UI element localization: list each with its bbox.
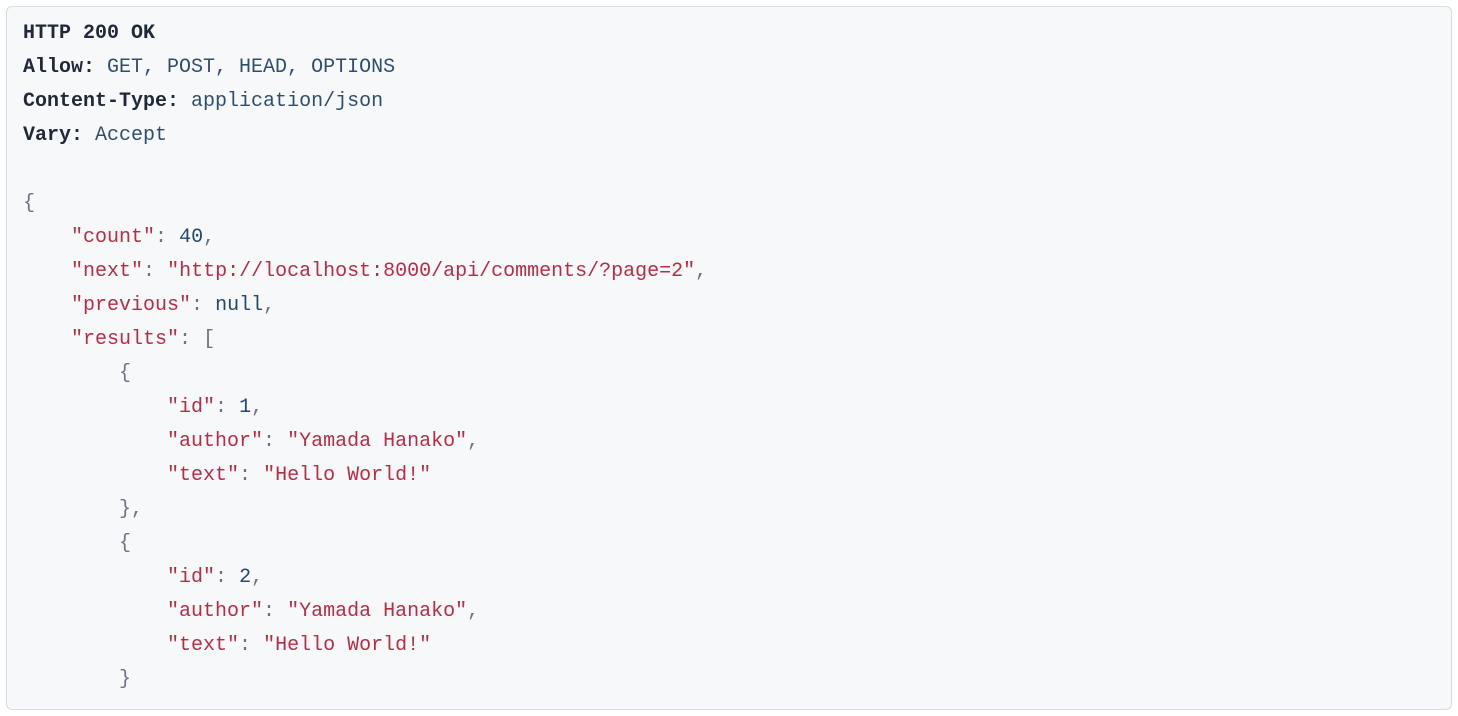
json-comma: , [251,566,263,589]
header-name: Content-Type: [23,90,179,113]
json-comma: , [131,498,143,521]
json-colon: : [263,600,275,623]
header-name: Allow: [23,56,95,79]
header-name: Vary: [23,124,83,147]
json-brace: } [119,668,131,691]
json-comma: , [467,600,479,623]
json-brace: { [23,192,35,215]
json-colon: : [191,294,203,317]
json-comma: , [263,294,275,317]
json-comma: , [203,226,215,249]
json-key: "previous" [71,294,191,317]
json-colon: : [215,396,227,419]
json-colon: : [263,430,275,453]
json-brace: } [119,498,131,521]
json-string: "http://localhost:8000/api/comments/?pag… [167,260,695,283]
header-value: Accept [95,124,167,147]
json-key: "results" [71,328,179,351]
json-brace: { [119,532,131,555]
response-panel: HTTP 200 OK Allow: GET, POST, HEAD, OPTI… [6,6,1452,710]
http-status-line: HTTP 200 OK [23,22,155,45]
json-key: "text" [167,464,239,487]
json-key: "text" [167,634,239,657]
json-comma: , [251,396,263,419]
json-key: "next" [71,260,143,283]
json-comma: , [467,430,479,453]
json-number: 1 [239,396,251,419]
response-pre: HTTP 200 OK Allow: GET, POST, HEAD, OPTI… [23,17,1435,697]
json-null: null [215,294,263,317]
json-colon: : [239,634,251,657]
json-number: 2 [239,566,251,589]
json-string: "Hello World!" [263,464,431,487]
json-string: "Hello World!" [263,634,431,657]
json-key: "id" [167,566,215,589]
json-colon: : [155,226,167,249]
json-colon: : [215,566,227,589]
header-value: application/json [191,90,383,113]
json-colon: : [143,260,155,283]
json-colon: : [179,328,191,351]
json-colon: : [239,464,251,487]
json-brace: { [119,362,131,385]
json-brace: [ [203,328,215,351]
header-value: GET, POST, HEAD, OPTIONS [107,56,395,79]
json-key: "author" [167,600,263,623]
json-key: "count" [71,226,155,249]
json-number: 40 [179,226,203,249]
json-key: "author" [167,430,263,453]
json-string: "Yamada Hanako" [287,430,467,453]
json-comma: , [695,260,707,283]
json-string: "Yamada Hanako" [287,600,467,623]
json-key: "id" [167,396,215,419]
